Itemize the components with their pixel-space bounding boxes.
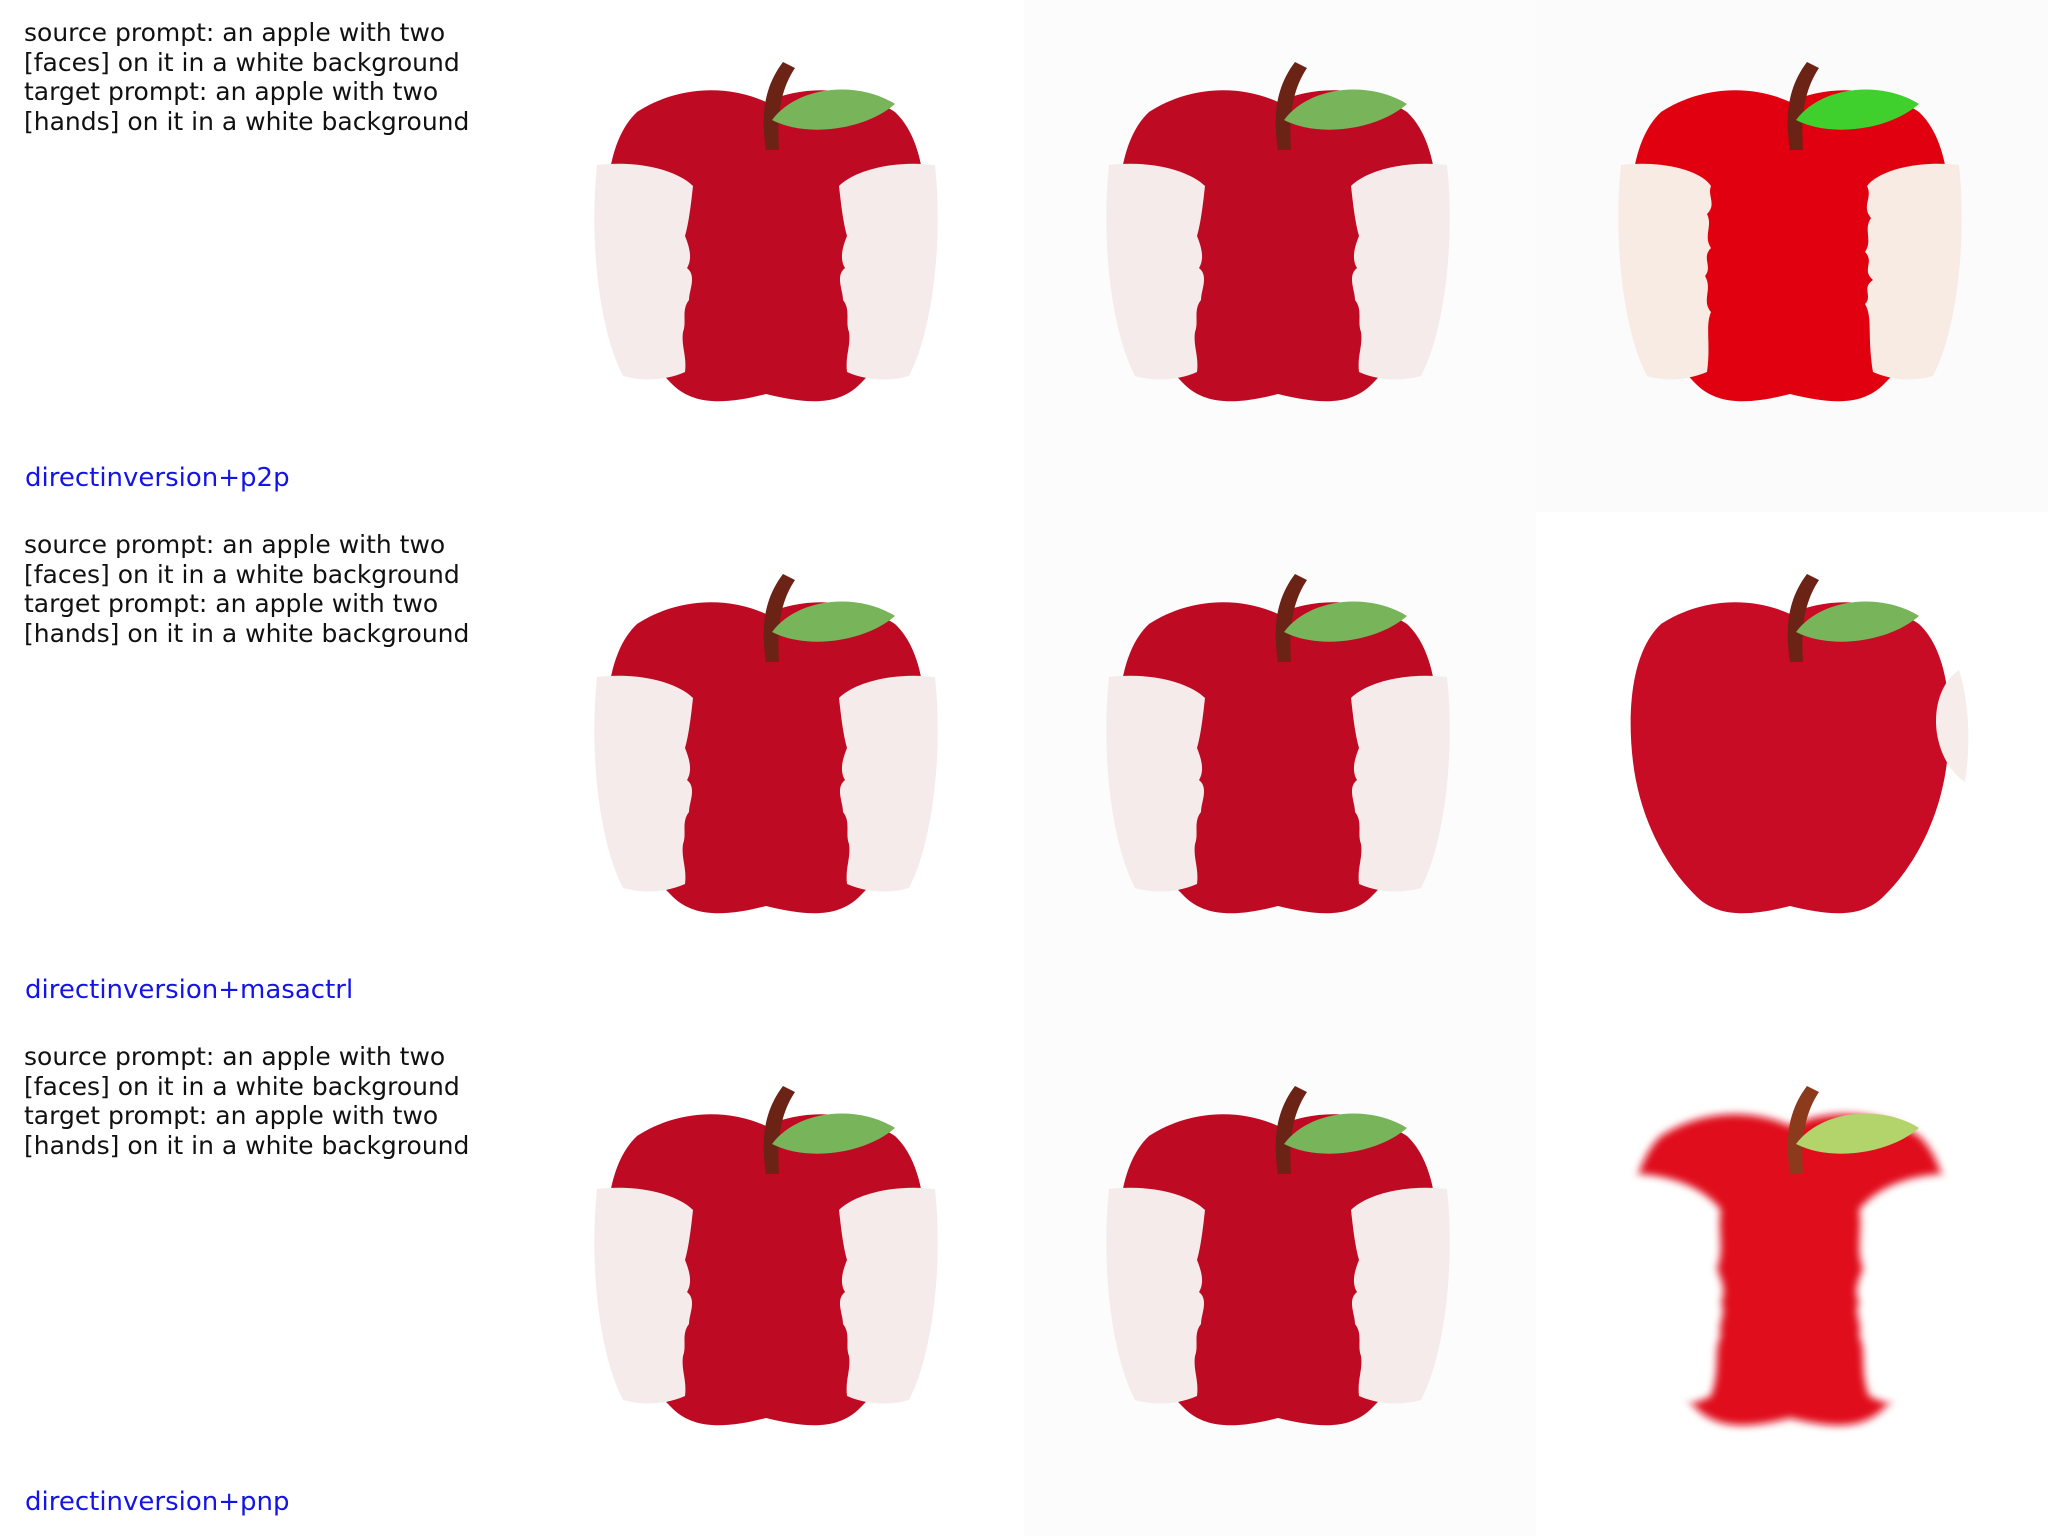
comparison-row-pnp: source prompt: an apple with two [faces]… <box>0 1024 2048 1536</box>
source-image <box>512 512 1024 1024</box>
reconstruction-image <box>1024 512 1536 1024</box>
prompt-block: source prompt: an apple with two [faces]… <box>24 1042 504 1160</box>
edited-image <box>1536 1024 2048 1536</box>
edited-image <box>1536 0 2048 512</box>
source-image <box>512 1024 1024 1536</box>
source-prompt: source prompt: an apple with two [faces]… <box>24 530 460 589</box>
prompt-block: source prompt: an apple with two [faces]… <box>24 530 504 648</box>
edited-image <box>1536 512 2048 1024</box>
reconstruction-image <box>1024 0 1536 512</box>
comparison-row-p2p: source prompt: an apple with two [faces]… <box>0 0 2048 512</box>
comparison-row-masactrl: source prompt: an apple with two [faces]… <box>0 512 2048 1024</box>
source-prompt: source prompt: an apple with two [faces]… <box>24 1042 460 1101</box>
prompt-block: source prompt: an apple with two [faces]… <box>24 18 504 136</box>
target-prompt: target prompt: an apple with two [hands]… <box>24 1101 470 1160</box>
source-image <box>512 0 1024 512</box>
target-prompt: target prompt: an apple with two [hands]… <box>24 589 470 648</box>
reconstruction-image <box>1024 1024 1536 1536</box>
method-label: directinversion+p2p <box>25 463 290 493</box>
method-label: directinversion+masactrl <box>25 975 354 1005</box>
source-prompt: source prompt: an apple with two [faces]… <box>24 18 460 77</box>
method-label: directinversion+pnp <box>25 1487 290 1517</box>
target-prompt: target prompt: an apple with two [hands]… <box>24 77 470 136</box>
